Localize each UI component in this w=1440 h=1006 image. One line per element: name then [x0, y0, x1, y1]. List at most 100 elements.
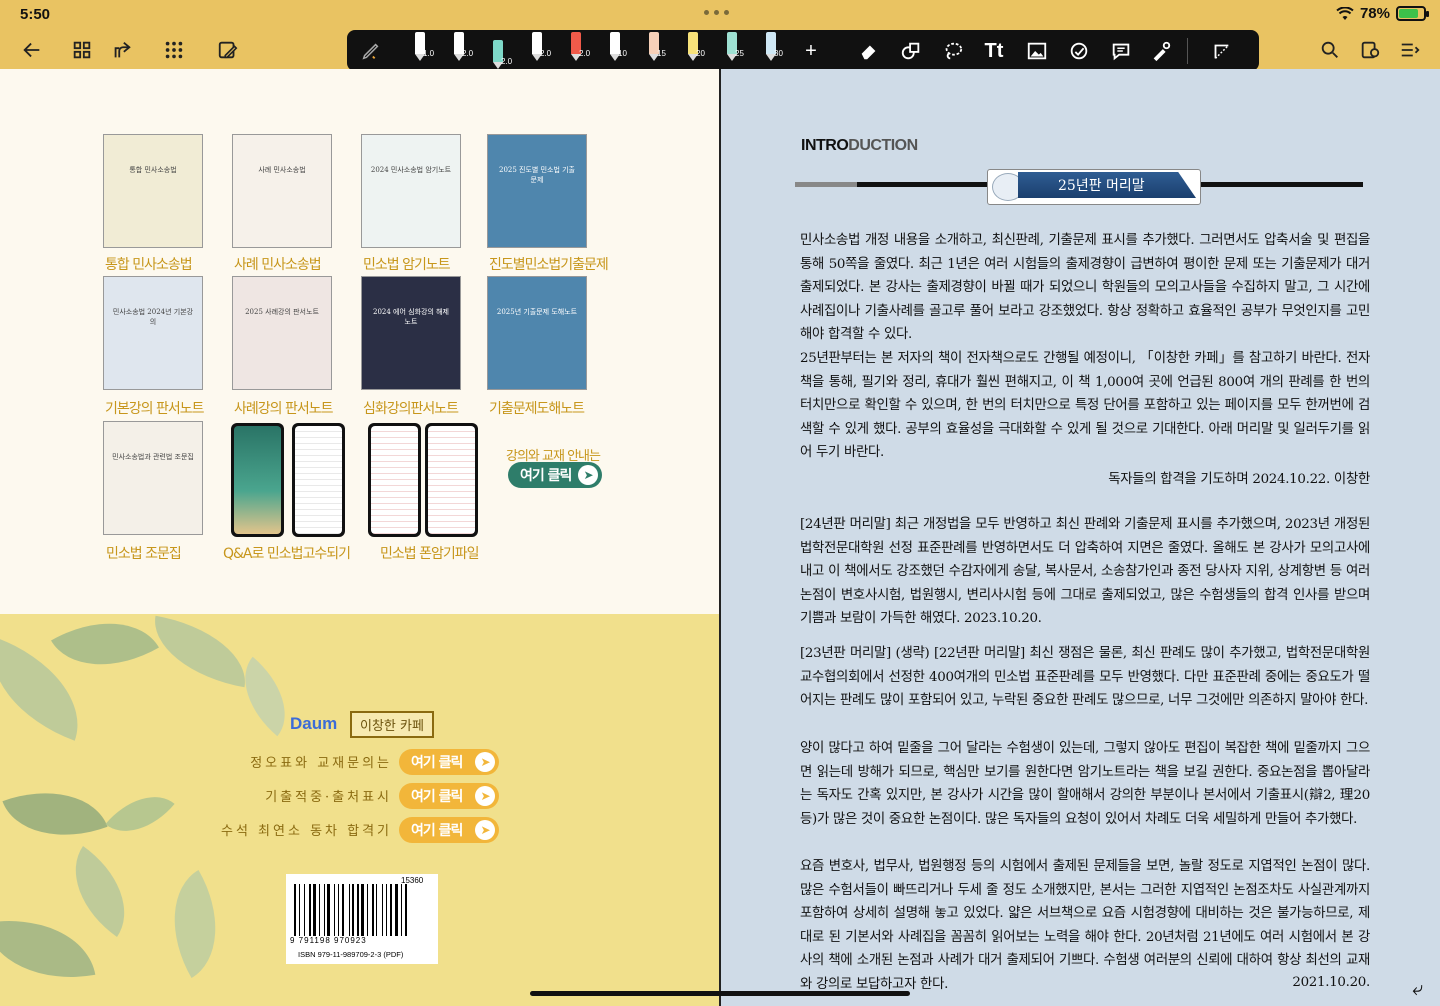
phone-screenshot[interactable] [368, 423, 421, 537]
book-cover[interactable]: 사례 민사소송법 [232, 134, 332, 248]
bookmark-page-icon[interactable] [1358, 38, 1382, 62]
pen-size-label: 2.0 [501, 57, 513, 66]
book-caption: 민소법 폰암기파일 [380, 546, 479, 562]
book-cover[interactable]: 통합 민사소송법 [103, 134, 203, 248]
barcode-bars [294, 884, 430, 936]
pen-tool[interactable]: 10 [606, 32, 627, 64]
preface-banner: 25년판 머리말 [987, 169, 1201, 205]
page-edit-icon[interactable] [216, 38, 240, 62]
battery-percent: 78% [1359, 5, 1390, 22]
search-icon[interactable] [1318, 38, 1342, 62]
multitask-dots[interactable] [704, 10, 729, 15]
book-cover[interactable]: 2025 진도별 민소법 기출문제 [487, 134, 587, 248]
book-caption: 민소법 암기노트 [363, 257, 451, 273]
pen-size-label: 2.0 [540, 49, 552, 58]
left-page[interactable]: 통합 민사소송법 통합 민사소송법 사례 민사소송법 사례 민사소송법 2024 민사소… [0, 69, 719, 1006]
book-cover[interactable]: 2024 민사소송법 암기노트 [361, 134, 461, 248]
daum-logo: Daum [290, 714, 338, 733]
book-title: 사례 민사소송법 [258, 166, 306, 174]
comment-icon[interactable] [1109, 39, 1133, 63]
phone-screenshot[interactable] [425, 423, 478, 537]
status-cluster: 78% [1336, 5, 1429, 22]
cursor-icon: ➤ [475, 752, 495, 772]
leaf-decoration [105, 778, 175, 850]
pen-tool[interactable]: 2.0 [528, 32, 551, 64]
book-cover[interactable]: 민사소송법 2024년 기본강의 [103, 276, 203, 390]
book-title: 2024 에어 심화강의 해제노트 [372, 308, 449, 326]
book-title: 2025 진도별 민소법 기출문제 [498, 166, 575, 184]
pen-tool[interactable]: 1.0 [411, 32, 434, 64]
drawing-toolbar: 1.0 2.0 2.0 2.0 2.0 10 15 20 25 30 + Tt [347, 30, 1259, 71]
book-title: 2025 사례강의 판서노트 [245, 308, 319, 316]
button-label: 여기 클릭 [411, 789, 463, 805]
book-cover[interactable]: 2025년 기출문제 도해노트 [487, 276, 587, 390]
laser-pointer-icon[interactable] [1149, 39, 1173, 63]
add-pen-icon[interactable]: + [799, 39, 823, 63]
book-cover[interactable]: 민사소송법과 관련법 조문집 [103, 421, 203, 535]
preface-paragraph: 민사소송법 개정 내용을 소개하고, 최신판례, 기출문제 표시를 추가했다. … [800, 233, 1370, 343]
guide-click-button[interactable]: 여기 클릭 ➤ [508, 462, 602, 488]
book-caption: 기본강의 판서노트 [105, 401, 204, 417]
crop-select-icon[interactable] [1209, 39, 1233, 63]
click-here-button[interactable]: 여기 클릭 ➤ [399, 749, 499, 775]
book-caption: 통합 민사소송법 [105, 257, 193, 273]
top-bar: 5:50 78% 1.0 2.0 2.0 2.0 2.0 10 15 20 25 30 + Tt [0, 0, 1440, 71]
pen-tool[interactable]: 2.0 [450, 32, 473, 64]
phone-screenshot[interactable] [231, 423, 284, 537]
pen-settings-icon[interactable] [359, 39, 383, 63]
pen-size-label: 25 [735, 49, 744, 58]
preface-paragraph: 25년판부터는 본 저자의 책이 전자책으로도 간행될 예정이니, 「이창한 카… [800, 351, 1370, 461]
button-label: 여기 클릭 [520, 468, 572, 484]
pen-size-label: 10 [618, 49, 627, 58]
pen-size-label: 2.0 [462, 49, 474, 58]
phone-screenshot[interactable] [292, 423, 345, 537]
home-indicator[interactable] [530, 991, 910, 996]
lasso-icon[interactable] [941, 39, 965, 63]
cursor-icon: ➤ [578, 465, 598, 485]
right-page[interactable]: INTRODUCTION 25년판 머리말 민사소송법 개정 내용을 소개하고,… [721, 69, 1440, 1006]
share-icon[interactable] [110, 38, 134, 62]
back-arrow-icon[interactable] [20, 38, 44, 62]
pen-size-label: 20 [696, 49, 705, 58]
pen-tool[interactable]: 30 [762, 32, 783, 64]
pen-size-label: 15 [657, 49, 666, 58]
cafe-name[interactable]: 이창한 카페 [350, 711, 434, 738]
book-caption: 민소법 조문집 [106, 546, 182, 562]
book-title: 2024 민사소송법 암기노트 [370, 166, 452, 174]
isbn-text: ISBN 979-11-989709-2-3 (PDF) [298, 950, 404, 959]
status-time: 5:50 [20, 6, 51, 23]
sticker-icon[interactable] [1067, 39, 1091, 63]
apps-grid-icon[interactable] [162, 38, 186, 62]
back-cover: Daum 이창한 카페 정오표와 교재문의는 여기 클릭 ➤ 기출적중·출처표시 여기 … [0, 595, 719, 1006]
book-cover[interactable]: 2025 사례강의 판서노트 [232, 276, 332, 390]
click-here-button[interactable]: 여기 클릭 ➤ [399, 783, 499, 809]
book-title: 민사소송법과 관련법 조문집 [112, 453, 194, 461]
pen-tool[interactable]: 20 [684, 32, 705, 64]
text-tool-icon[interactable]: Tt [982, 39, 1006, 63]
book-caption: 진도별민소법기출문제 [489, 257, 609, 273]
eraser-icon[interactable] [857, 39, 881, 63]
banner-title: 25년판 머리말 [1058, 178, 1145, 194]
leaf-decoration [51, 846, 149, 937]
isbn-barcode: 15360 9 791198 970923 ISBN 979-11-989709… [286, 874, 438, 964]
preface-23-paragraph: [23년판 머리말] (생략) [22년판 머리말] 최신 쟁점은 물론, 최신… [800, 646, 1370, 709]
book-title: 통합 민사소송법 [129, 166, 177, 174]
link-label: 정오표와 교재문의는 [250, 756, 392, 771]
click-here-button[interactable]: 여기 클릭 ➤ [399, 817, 499, 843]
thumbnails-grid-icon[interactable] [70, 38, 94, 62]
leaf-decoration [51, 595, 159, 693]
wifi-icon [1336, 6, 1354, 20]
pen-tool[interactable]: 15 [645, 32, 666, 64]
book-title: 민사소송법 2024년 기본강의 [112, 308, 194, 326]
book-caption: 기출문제도해노트 [489, 401, 585, 417]
pen-size-label: 1.0 [423, 49, 435, 58]
page-curl-icon[interactable]: ⤶ [1412, 976, 1423, 1000]
pen-tool[interactable]: 2.0 [489, 40, 512, 72]
image-icon[interactable] [1025, 39, 1049, 63]
pen-tool[interactable]: 2.0 [567, 32, 590, 64]
book-cover[interactable]: 2024 에어 심화강의 해제노트 [361, 276, 461, 390]
barcode-digits: 9 791198 970923 [290, 936, 367, 945]
outline-menu-icon[interactable] [1398, 38, 1422, 62]
shapes-icon[interactable] [899, 39, 923, 63]
pen-tool[interactable]: 25 [723, 32, 744, 64]
